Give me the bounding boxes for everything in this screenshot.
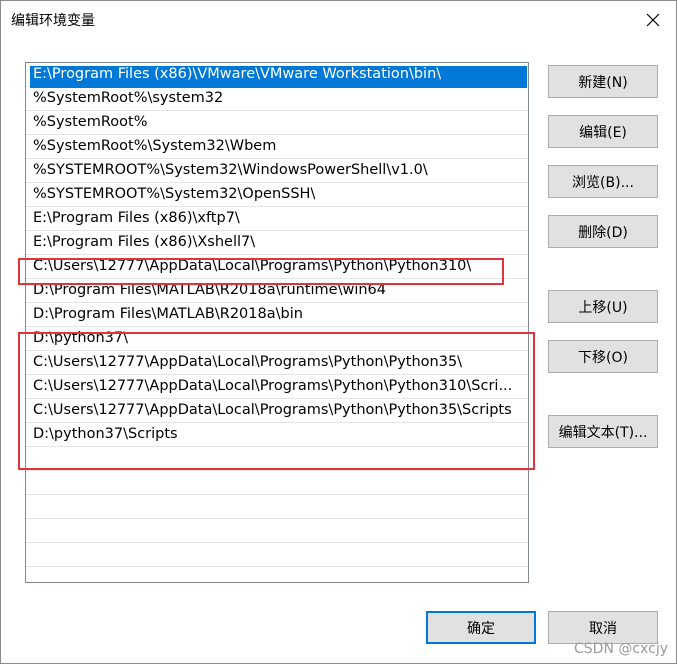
move-up-button[interactable]: 上移(U): [548, 290, 658, 323]
path-list-item[interactable]: %SYSTEMROOT%\System32\WindowsPowerShell\…: [26, 159, 528, 183]
path-list-item-text: %SystemRoot%\system32: [33, 90, 224, 106]
empty-list-row: [26, 447, 528, 471]
path-list-item-text: %SystemRoot%\System32\Wbem: [33, 138, 277, 154]
path-list-item[interactable]: E:\Program Files (x86)\xftp7\: [26, 207, 528, 231]
watermark: CSDN @cxcjy: [574, 641, 668, 657]
cancel-button[interactable]: 取消: [548, 611, 658, 644]
path-list-item[interactable]: %SystemRoot%: [26, 111, 528, 135]
close-button[interactable]: [630, 1, 676, 39]
path-list-item-text: E:\Program Files (x86)\xftp7\: [33, 210, 240, 226]
path-list-item-text: C:\Users\12777\AppData\Local\Programs\Py…: [33, 354, 463, 370]
path-list-item-text: %SystemRoot%: [33, 114, 148, 130]
window-title: 编辑环境变量: [11, 13, 95, 29]
edit-env-var-dialog: 编辑环境变量 E:\Program Files (x86)\VMware\VMw…: [0, 0, 677, 664]
path-list-item-text: D:\python37\: [33, 330, 128, 346]
path-list-item[interactable]: %SystemRoot%\System32\Wbem: [26, 135, 528, 159]
path-list-item[interactable]: %SystemRoot%\system32: [26, 87, 528, 111]
path-list-item[interactable]: C:\Users\12777\AppData\Local\Programs\Py…: [26, 399, 528, 423]
path-list-item-text: C:\Users\12777\AppData\Local\Programs\Py…: [33, 402, 512, 418]
path-list-item-text: E:\Program Files (x86)\Xshell7\: [33, 234, 256, 250]
path-list-item-text: E:\Program Files (x86)\VMware\VMware Wor…: [33, 66, 442, 82]
path-list-item[interactable]: D:\python37\Scripts: [26, 423, 528, 447]
path-list-item-text: %SYSTEMROOT%\System32\WindowsPowerShell\…: [33, 162, 428, 178]
path-list-item[interactable]: E:\Program Files (x86)\Xshell7\: [26, 231, 528, 255]
path-list-item-text: D:\python37\Scripts: [33, 426, 178, 442]
edit-text-button[interactable]: 编辑文本(T)...: [548, 415, 658, 448]
empty-list-row: [26, 471, 528, 495]
path-list-item-text: C:\Users\12777\AppData\Local\Programs\Py…: [33, 378, 513, 394]
new-button[interactable]: 新建(N): [548, 65, 658, 98]
path-list-item[interactable]: C:\Users\12777\AppData\Local\Programs\Py…: [26, 375, 528, 399]
path-list-item[interactable]: %SYSTEMROOT%\System32\OpenSSH\: [26, 183, 528, 207]
path-list-item[interactable]: D:\Program Files\MATLAB\R2018a\bin: [26, 303, 528, 327]
empty-list-row: [26, 543, 528, 567]
path-list-item-text: C:\Users\12777\AppData\Local\Programs\Py…: [33, 258, 472, 274]
ok-button[interactable]: 确定: [426, 611, 536, 644]
browse-button[interactable]: 浏览(B)...: [548, 165, 658, 198]
empty-list-row: [26, 495, 528, 519]
path-list-item[interactable]: E:\Program Files (x86)\VMware\VMware Wor…: [26, 63, 528, 88]
path-list-item[interactable]: D:\Program Files\MATLAB\R2018a\runtime\w…: [26, 279, 528, 303]
path-list[interactable]: E:\Program Files (x86)\VMware\VMware Wor…: [25, 62, 529, 583]
empty-list-row: [26, 519, 528, 543]
path-list-item-text: D:\Program Files\MATLAB\R2018a\bin: [33, 306, 303, 322]
path-list-item[interactable]: C:\Users\12777\AppData\Local\Programs\Py…: [26, 255, 528, 279]
title-bar: 编辑环境变量: [1, 1, 676, 39]
path-list-item[interactable]: D:\python37\: [26, 327, 528, 351]
path-list-item-text: %SYSTEMROOT%\System32\OpenSSH\: [33, 186, 316, 202]
path-list-item-text: D:\Program Files\MATLAB\R2018a\runtime\w…: [33, 282, 387, 298]
move-down-button[interactable]: 下移(O): [548, 340, 658, 373]
edit-button[interactable]: 编辑(E): [548, 115, 658, 148]
delete-button[interactable]: 删除(D): [548, 215, 658, 248]
empty-list-row: [26, 567, 528, 582]
close-icon: [646, 13, 660, 27]
path-list-item[interactable]: C:\Users\12777\AppData\Local\Programs\Py…: [26, 351, 528, 375]
